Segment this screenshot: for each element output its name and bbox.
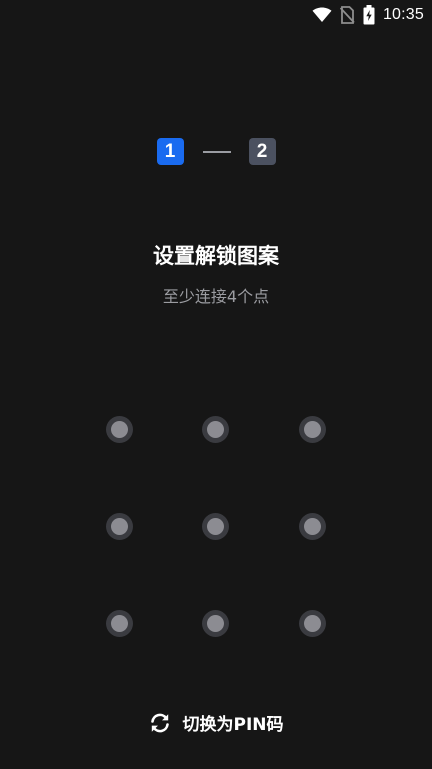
step-2-badge: 2 — [248, 138, 276, 165]
pattern-dot-8[interactable] — [202, 610, 229, 637]
step-1-badge: 1 — [156, 138, 184, 165]
pattern-dot-center — [111, 421, 128, 438]
wifi-icon — [312, 7, 332, 23]
status-icons: 10:35 — [312, 4, 424, 26]
page-title: 设置解锁图案 — [153, 244, 279, 268]
pattern-dot-center — [304, 421, 321, 438]
pattern-dot-1[interactable] — [106, 416, 133, 443]
step-connector — [202, 150, 231, 153]
pattern-dot-center — [111, 518, 128, 535]
battery-charging-icon — [363, 5, 375, 25]
no-sim-icon — [339, 6, 355, 24]
pattern-dot-5[interactable] — [202, 513, 229, 540]
pattern-dot-center — [207, 518, 224, 535]
pattern-dot-6[interactable] — [299, 513, 326, 540]
pattern-dot-7[interactable] — [106, 610, 133, 637]
pattern-dot-9[interactable] — [299, 610, 326, 637]
pattern-dot-3[interactable] — [299, 416, 326, 443]
refresh-icon — [148, 711, 172, 735]
pattern-dot-center — [304, 518, 321, 535]
pattern-dot-center — [304, 615, 321, 632]
pattern-dot-center — [207, 421, 224, 438]
pattern-dot-2[interactable] — [202, 416, 229, 443]
switch-to-pin-label: 切换为PIN码 — [182, 715, 284, 735]
pattern-dot-center — [111, 615, 128, 632]
pattern-dot-center — [207, 615, 224, 632]
status-time: 10:35 — [382, 6, 424, 23]
status-bar: 10:35 — [0, 0, 432, 30]
switch-to-pin-button[interactable]: 切换为PIN码 — [0, 710, 432, 735]
page-subtitle: 至少连接4个点 — [162, 287, 270, 306]
pattern-dot-4[interactable] — [106, 513, 133, 540]
step-indicator: 1 2 — [0, 138, 432, 165]
